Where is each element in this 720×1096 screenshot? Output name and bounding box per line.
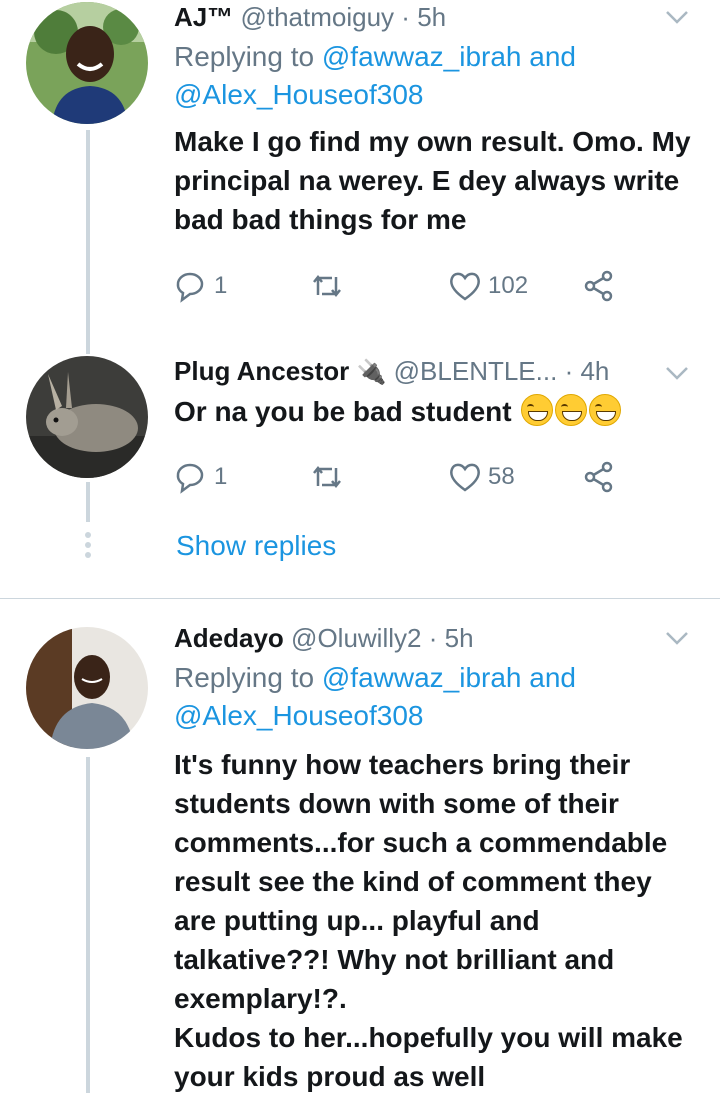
reply-count: 1 [214, 272, 228, 299]
tweet-text-line: comments...for such a commendable [174, 827, 668, 858]
thread-line [86, 757, 90, 1093]
reply-count: 1 [214, 463, 228, 490]
mention-and[interactable]: and [529, 662, 576, 693]
mention-link[interactable]: @Alex_Houseof308 [174, 700, 423, 731]
author-handle[interactable]: @BLENTLE... [394, 356, 558, 386]
thread-line [86, 482, 90, 522]
separator-dot: · [428, 623, 438, 653]
like-button[interactable]: 58 [448, 457, 515, 497]
tweet-text-line: your kids proud as well [174, 1061, 486, 1092]
tweet-text-line: result see the kind of comment they [174, 866, 652, 897]
tweet-text-line: Kudos to her...hopefully you will make [174, 1022, 683, 1053]
like-count: 102 [488, 272, 529, 299]
mention-link[interactable]: @Alex_Houseof308 [174, 79, 423, 110]
tweet-content: Plug Ancestor 🔌 @BLENTLE... · 4h Or na y… [174, 354, 700, 431]
tweet-time[interactable]: 5h [445, 623, 474, 653]
reply-icon [176, 272, 204, 303]
thread-dots [82, 528, 94, 562]
tweet-text-line: bad bad things for me [174, 204, 467, 235]
chevron-down-icon[interactable] [664, 625, 690, 651]
tweet-actions: 1 102 [174, 266, 634, 306]
tweet-text: It's funny how teachers bring their stud… [174, 745, 700, 1096]
grinning-squinting-face-emoji [555, 394, 588, 426]
tweet-text-line: talkative??! Why not brilliant and [174, 944, 615, 975]
separator-dot: · [401, 2, 410, 32]
show-replies-link[interactable]: Show replies [176, 530, 336, 562]
chevron-down-icon[interactable] [664, 360, 690, 386]
author-handle[interactable]: @thatmoiguy [240, 2, 394, 32]
tweet-actions: 1 58 [174, 457, 634, 497]
retweet-icon [313, 274, 341, 298]
tweet-2[interactable]: Plug Ancestor 🔌 @BLENTLE... · 4h Or na y… [0, 340, 720, 600]
tweet-content: AJ™ @thatmoiguy · 5h Replying to @fawwaz… [174, 0, 700, 239]
share-icon [584, 270, 613, 302]
retweet-button[interactable] [310, 266, 344, 306]
tweet-text-line: are putting up... playful and [174, 905, 540, 936]
like-icon [450, 272, 480, 301]
like-button[interactable]: 102 [448, 266, 528, 306]
plug-emoji: 🔌 [356, 359, 387, 386]
tweet-content: Adedayo @Oluwilly2 · 5h Replying to @faw… [174, 621, 700, 1096]
tweet-text-line: students down with some of their [174, 788, 619, 819]
tweet-header: Adedayo @Oluwilly2 · 5h [174, 621, 700, 655]
share-button[interactable] [582, 266, 616, 306]
grinning-squinting-face-emoji [521, 394, 554, 426]
retweet-icon [313, 465, 341, 489]
tweet-1[interactable]: AJ™ @thatmoiguy · 5h Replying to @fawwaz… [0, 0, 720, 340]
replying-prefix: Replying to [174, 662, 315, 693]
retweet-button[interactable] [310, 457, 344, 497]
avatar[interactable] [26, 627, 148, 749]
tweet-text-line: It's funny how teachers bring their [174, 749, 631, 780]
tweet-time[interactable]: 4h [580, 356, 609, 386]
tweet-3[interactable]: Adedayo @Oluwilly2 · 5h Replying to @faw… [0, 599, 720, 1093]
replying-to: Replying to @fawwaz_ibrah and @Alex_Hous… [174, 38, 700, 114]
thread-line [86, 340, 90, 354]
share-button[interactable] [582, 457, 616, 497]
avatar[interactable] [26, 356, 148, 478]
tweet-text-line: principal na werey. E dey always write [174, 165, 680, 196]
tweet-header: AJ™ @thatmoiguy · 5h [174, 0, 700, 34]
reply-button[interactable]: 1 [174, 266, 227, 306]
like-icon [450, 463, 480, 492]
author-name[interactable]: Adedayo [174, 623, 284, 653]
thread-line [86, 130, 90, 340]
replying-to: Replying to @fawwaz_ibrah and @Alex_Hous… [174, 659, 700, 735]
tweet-text-line: exemplary!?. [174, 983, 347, 1014]
chevron-down-icon[interactable] [664, 4, 690, 30]
tweet-text-line: Or na you be bad student [174, 396, 512, 427]
tweet-time[interactable]: 5h [417, 2, 446, 32]
replying-prefix: Replying to [174, 41, 315, 72]
author-name[interactable]: AJ™ [174, 2, 233, 32]
author-name[interactable]: Plug Ancestor [174, 356, 349, 386]
tweet-header: Plug Ancestor 🔌 @BLENTLE... · 4h [174, 354, 700, 390]
reply-button[interactable]: 1 [174, 457, 227, 497]
mention-and[interactable]: and [529, 41, 576, 72]
tweet-text: Make I go find my own result. Omo. My pr… [174, 122, 700, 239]
tweet-text-line: Make I go find my own result. Omo. My [174, 126, 691, 157]
mention-link[interactable]: @fawwaz_ibrah [322, 662, 522, 693]
reply-icon [176, 463, 204, 494]
share-icon [584, 461, 613, 493]
separator-dot: · [564, 356, 574, 386]
mention-link[interactable]: @fawwaz_ibrah [322, 41, 522, 72]
avatar[interactable] [26, 2, 148, 124]
author-handle[interactable]: @Oluwilly2 [291, 623, 421, 653]
like-count: 58 [488, 463, 515, 490]
tweet-text: Or na you be bad student [174, 392, 700, 431]
grinning-squinting-face-emoji [589, 394, 622, 426]
